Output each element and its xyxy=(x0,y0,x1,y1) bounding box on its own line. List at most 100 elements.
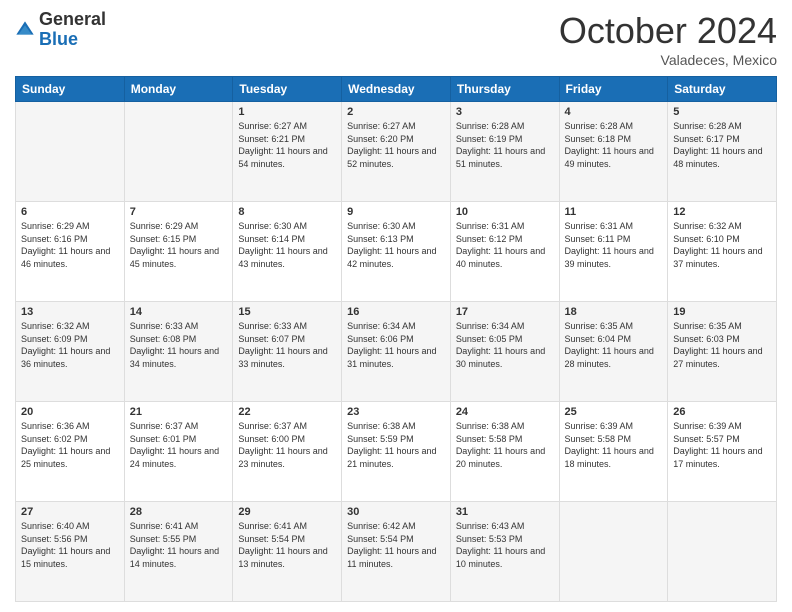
day-number: 19 xyxy=(673,306,771,318)
day-number: 25 xyxy=(565,406,663,418)
week-row-1: 1 Sunrise: 6:27 AMSunset: 6:21 PMDaylight… xyxy=(16,102,777,202)
cell-3-5: 17 Sunrise: 6:34 AMSunset: 6:05 PMDayligh… xyxy=(450,302,559,402)
day-number: 29 xyxy=(238,506,336,518)
cell-5-2: 28 Sunrise: 6:41 AMSunset: 5:55 PMDayligh… xyxy=(124,502,233,602)
cell-1-1 xyxy=(16,102,125,202)
cell-content: Sunrise: 6:41 AMSunset: 5:54 PMDaylight:… xyxy=(238,520,336,570)
cell-4-2: 21Sunrise: 6:37 AMSunset: 6:01 PMDayligh… xyxy=(124,402,233,502)
day-number: 4 xyxy=(565,106,663,118)
cell-4-6: 25 Sunrise: 6:39 AMSunset: 5:58 PMDayligh… xyxy=(559,402,668,502)
location: Valadeces, Mexico xyxy=(559,52,777,68)
day-number: 15 xyxy=(238,306,336,318)
day-number: 11 xyxy=(565,206,663,218)
day-number: 31 xyxy=(456,506,554,518)
cell-3-6: 18 Sunrise: 6:35 AMSunset: 6:04 PMDayligh… xyxy=(559,302,668,402)
logo-general-text: General xyxy=(39,9,106,29)
cell-content: Sunrise: 6:32 AMSunset: 6:09 PMDaylight:… xyxy=(21,320,119,370)
cell-content: Sunrise: 6:29 AMSunset: 6:15 PMDaylight:… xyxy=(130,220,228,270)
weekday-header-row: Sunday Monday Tuesday Wednesday Thursday… xyxy=(16,77,777,102)
cell-content: Sunrise: 6:30 AMSunset: 6:13 PMDaylight:… xyxy=(347,220,445,270)
day-number: 30 xyxy=(347,506,445,518)
week-row-3: 13 Sunrise: 6:32 AMSunset: 6:09 PMDayligh… xyxy=(16,302,777,402)
cell-4-4: 23 Sunrise: 6:38 AMSunset: 5:59 PMDayligh… xyxy=(342,402,451,502)
cell-1-6: 4 Sunrise: 6:28 AMSunset: 6:18 PMDaylight… xyxy=(559,102,668,202)
cell-1-3: 1 Sunrise: 6:27 AMSunset: 6:21 PMDaylight… xyxy=(233,102,342,202)
cell-content: Sunrise: 6:37 AMSunset: 6:01 PMDaylight:… xyxy=(130,420,228,470)
cell-2-2: 7 Sunrise: 6:29 AMSunset: 6:15 PMDaylight… xyxy=(124,202,233,302)
header-tuesday: Tuesday xyxy=(233,77,342,102)
cell-content: Sunrise: 6:35 AMSunset: 6:03 PMDaylight:… xyxy=(673,320,771,370)
cell-content: Sunrise: 6:37 AMSunset: 6:00 PMDaylight:… xyxy=(238,420,336,470)
logo: General Blue xyxy=(15,10,106,50)
cell-content: Sunrise: 6:41 AMSunset: 5:55 PMDaylight:… xyxy=(130,520,228,570)
day-number: 3 xyxy=(456,106,554,118)
cell-content: Sunrise: 6:35 AMSunset: 6:04 PMDaylight:… xyxy=(565,320,663,370)
day-number: 20 xyxy=(21,406,119,418)
cell-2-5: 10Sunrise: 6:31 AMSunset: 6:12 PMDayligh… xyxy=(450,202,559,302)
day-number: 28 xyxy=(130,506,228,518)
cell-content: Sunrise: 6:33 AMSunset: 6:08 PMDaylight:… xyxy=(130,320,228,370)
cell-5-6 xyxy=(559,502,668,602)
cell-3-3: 15 Sunrise: 6:33 AMSunset: 6:07 PMDayligh… xyxy=(233,302,342,402)
cell-content: Sunrise: 6:31 AMSunset: 6:12 PMDaylight:… xyxy=(456,220,554,270)
header-thursday: Thursday xyxy=(450,77,559,102)
calendar-table: Sunday Monday Tuesday Wednesday Thursday… xyxy=(15,76,777,602)
cell-4-7: 26 Sunrise: 6:39 AMSunset: 5:57 PMDayligh… xyxy=(668,402,777,502)
title-block: October 2024 Valadeces, Mexico xyxy=(559,10,777,68)
cell-content: Sunrise: 6:39 AMSunset: 5:57 PMDaylight:… xyxy=(673,420,771,470)
header-sunday: Sunday xyxy=(16,77,125,102)
day-number: 18 xyxy=(565,306,663,318)
cell-content: Sunrise: 6:40 AMSunset: 5:56 PMDaylight:… xyxy=(21,520,119,570)
cell-2-6: 11 Sunrise: 6:31 AMSunset: 6:11 PMDayligh… xyxy=(559,202,668,302)
day-number: 13 xyxy=(21,306,119,318)
cell-2-3: 8Sunrise: 6:30 AMSunset: 6:14 PMDaylight… xyxy=(233,202,342,302)
page: General Blue October 2024 Valadeces, Mex… xyxy=(0,0,792,612)
cell-content: Sunrise: 6:43 AMSunset: 5:53 PMDaylight:… xyxy=(456,520,554,570)
cell-content: Sunrise: 6:28 AMSunset: 6:17 PMDaylight:… xyxy=(673,120,771,170)
header-saturday: Saturday xyxy=(668,77,777,102)
cell-content: Sunrise: 6:29 AMSunset: 6:16 PMDaylight:… xyxy=(21,220,119,270)
day-number: 7 xyxy=(130,206,228,218)
cell-2-4: 9Sunrise: 6:30 AMSunset: 6:13 PMDaylight… xyxy=(342,202,451,302)
cell-content: Sunrise: 6:34 AMSunset: 6:05 PMDaylight:… xyxy=(456,320,554,370)
day-number: 17 xyxy=(456,306,554,318)
cell-content: Sunrise: 6:28 AMSunset: 6:18 PMDaylight:… xyxy=(565,120,663,170)
day-number: 1 xyxy=(238,106,336,118)
week-row-2: 6Sunrise: 6:29 AMSunset: 6:16 PMDaylight… xyxy=(16,202,777,302)
cell-content: Sunrise: 6:27 AMSunset: 6:20 PMDaylight:… xyxy=(347,120,445,170)
cell-content: Sunrise: 6:38 AMSunset: 5:58 PMDaylight:… xyxy=(456,420,554,470)
header: General Blue October 2024 Valadeces, Mex… xyxy=(15,10,777,68)
cell-1-7: 5 Sunrise: 6:28 AMSunset: 6:17 PMDaylight… xyxy=(668,102,777,202)
day-number: 26 xyxy=(673,406,771,418)
cell-content: Sunrise: 6:38 AMSunset: 5:59 PMDaylight:… xyxy=(347,420,445,470)
month-title: October 2024 xyxy=(559,10,777,52)
cell-5-3: 29 Sunrise: 6:41 AMSunset: 5:54 PMDayligh… xyxy=(233,502,342,602)
cell-3-2: 14 Sunrise: 6:33 AMSunset: 6:08 PMDayligh… xyxy=(124,302,233,402)
cell-1-5: 3 Sunrise: 6:28 AMSunset: 6:19 PMDaylight… xyxy=(450,102,559,202)
cell-5-4: 30 Sunrise: 6:42 AMSunset: 5:54 PMDayligh… xyxy=(342,502,451,602)
week-row-4: 20Sunrise: 6:36 AMSunset: 6:02 PMDayligh… xyxy=(16,402,777,502)
week-row-5: 27Sunrise: 6:40 AMSunset: 5:56 PMDayligh… xyxy=(16,502,777,602)
cell-3-1: 13 Sunrise: 6:32 AMSunset: 6:09 PMDayligh… xyxy=(16,302,125,402)
header-wednesday: Wednesday xyxy=(342,77,451,102)
day-number: 5 xyxy=(673,106,771,118)
cell-4-5: 24 Sunrise: 6:38 AMSunset: 5:58 PMDayligh… xyxy=(450,402,559,502)
cell-content: Sunrise: 6:32 AMSunset: 6:10 PMDaylight:… xyxy=(673,220,771,270)
day-number: 2 xyxy=(347,106,445,118)
cell-content: Sunrise: 6:27 AMSunset: 6:21 PMDaylight:… xyxy=(238,120,336,170)
cell-content: Sunrise: 6:42 AMSunset: 5:54 PMDaylight:… xyxy=(347,520,445,570)
day-number: 22 xyxy=(238,406,336,418)
logo-text: General Blue xyxy=(39,10,106,50)
cell-content: Sunrise: 6:39 AMSunset: 5:58 PMDaylight:… xyxy=(565,420,663,470)
cell-2-7: 12Sunrise: 6:32 AMSunset: 6:10 PMDayligh… xyxy=(668,202,777,302)
day-number: 24 xyxy=(456,406,554,418)
cell-5-5: 31 Sunrise: 6:43 AMSunset: 5:53 PMDayligh… xyxy=(450,502,559,602)
logo-icon xyxy=(15,20,35,40)
day-number: 23 xyxy=(347,406,445,418)
cell-content: Sunrise: 6:33 AMSunset: 6:07 PMDaylight:… xyxy=(238,320,336,370)
cell-3-4: 16Sunrise: 6:34 AMSunset: 6:06 PMDayligh… xyxy=(342,302,451,402)
logo-blue-text: Blue xyxy=(39,29,78,49)
cell-content: Sunrise: 6:31 AMSunset: 6:11 PMDaylight:… xyxy=(565,220,663,270)
cell-content: Sunrise: 6:28 AMSunset: 6:19 PMDaylight:… xyxy=(456,120,554,170)
day-number: 14 xyxy=(130,306,228,318)
